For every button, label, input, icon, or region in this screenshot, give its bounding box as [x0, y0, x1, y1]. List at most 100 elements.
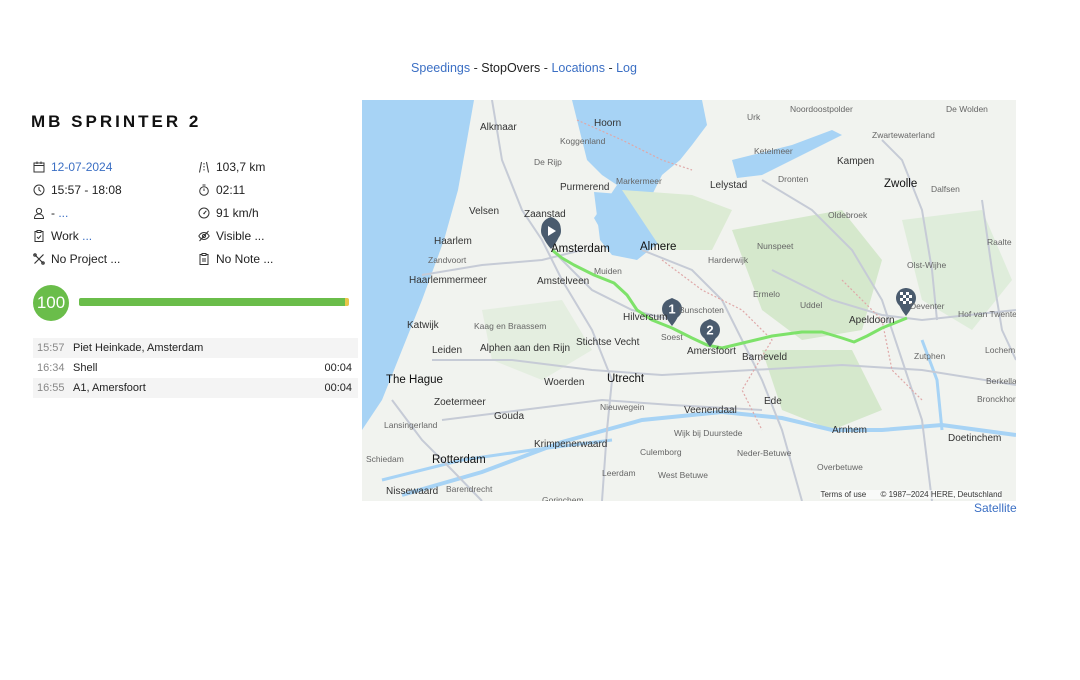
- map-place-label: Zandvoort: [428, 255, 467, 265]
- map-place-label: Haarlemmermeer: [409, 275, 487, 286]
- map-place-label: Urk: [747, 112, 761, 122]
- stop-place: Shell: [73, 362, 98, 374]
- map-place-label: Berkelland: [986, 376, 1016, 386]
- nav-separator: -: [608, 61, 613, 75]
- stop-duration: 00:04: [324, 382, 352, 394]
- clock-icon: [33, 184, 45, 196]
- nav-log-link[interactable]: Log: [616, 61, 637, 75]
- trip-distance-row: 103,7 km: [198, 160, 265, 174]
- map-place-label: Lelystad: [710, 180, 748, 191]
- trip-project[interactable]: No Project ...: [51, 252, 120, 266]
- map-place-label: Rotterdam: [432, 454, 486, 466]
- map-place-label: Purmerend: [560, 182, 610, 193]
- trip-type-link[interactable]: ...: [82, 229, 92, 243]
- trip-driver-row: - ...: [33, 206, 68, 220]
- map-place-label: Kampen: [837, 156, 875, 167]
- map-place-label: Neder-Betuwe: [737, 448, 792, 458]
- map-place-label: Zaanstad: [524, 209, 566, 220]
- map-place-label: Doetinchem: [948, 433, 1002, 444]
- trip-date-row: 12-07-2024: [33, 160, 112, 174]
- trip-date-link[interactable]: 12-07-2024: [51, 160, 112, 174]
- map-place-label: Harderwijk: [708, 255, 749, 265]
- map-place-label: Ketelmeer: [754, 146, 793, 156]
- map-place-label: Amersfoort: [687, 346, 736, 357]
- map-place-label: Hilversum: [623, 312, 668, 323]
- score-progress-fill: [79, 298, 345, 306]
- map-place-label: Zoetermeer: [434, 397, 486, 408]
- map-place-label: Uddel: [800, 300, 823, 310]
- road-icon: [199, 161, 209, 173]
- list-item[interactable]: 15:57 Piet Heinkade, Amsterdam: [33, 338, 358, 358]
- stop-place: A1, Amersfoort: [73, 382, 146, 394]
- nav-separator: -: [543, 61, 548, 75]
- stop-marker-1-label: 1: [668, 302, 675, 317]
- trip-type-row: Work ...: [33, 229, 92, 243]
- map-place-label: Koggenland: [560, 136, 606, 146]
- trip-note-row: No Note ...: [198, 252, 273, 266]
- trip-speed-row: 91 km/h: [198, 206, 259, 220]
- stop-time: 16:34: [37, 362, 65, 374]
- map-place-label: Noordoostpolder: [790, 104, 853, 114]
- score-progress-bar: [79, 298, 349, 306]
- trip-driver-link[interactable]: ...: [58, 206, 68, 220]
- stopover-list: 15:57 Piet Heinkade, Amsterdam 16:34 She…: [33, 338, 358, 398]
- trip-time-row: 15:57 - 18:08: [33, 183, 122, 197]
- nav-speedings-link[interactable]: Speedings: [411, 61, 470, 75]
- map-place-label: Zwolle: [884, 178, 918, 190]
- stop-marker-2-label: 2: [706, 323, 713, 338]
- map-place-label: Nunspeet: [757, 241, 794, 251]
- map-place-label: Hof van Twente: [958, 309, 1016, 319]
- map-place-label: Oldebroek: [828, 210, 868, 220]
- trip-time-range: 15:57 - 18:08: [51, 183, 122, 197]
- map-place-label: Wijk bij Duurstede: [674, 428, 743, 438]
- map-place-label: Barendrecht: [446, 484, 493, 494]
- map-place-label: Zwartewaterland: [872, 130, 935, 140]
- nav-stopovers-link[interactable]: StopOvers: [481, 61, 540, 75]
- map-place-label: Ede: [764, 396, 782, 407]
- trip-type: Work: [51, 229, 79, 243]
- satellite-toggle-link[interactable]: Satellite: [974, 501, 1017, 515]
- score-progress-remainder: [345, 298, 349, 306]
- map-place-label: Culemborg: [640, 447, 682, 457]
- map-place-label: Haarlem: [434, 236, 472, 247]
- trip-duration-row: 02:11: [198, 183, 245, 197]
- map-place-label: Velsen: [469, 206, 500, 217]
- stop-duration: 00:04: [324, 362, 352, 374]
- map-place-label: Deventer: [910, 301, 945, 311]
- map-place-label: Soest: [661, 332, 683, 342]
- map-place-label: Ermelo: [753, 289, 780, 299]
- map-place-label: Alkmaar: [480, 122, 517, 133]
- route-map[interactable]: 1 2 Noordoostpolder De Wolden Alkmaar Hoorn…: [362, 100, 1016, 501]
- map-place-label: Arnhem: [832, 425, 868, 436]
- map-place-label: Veenendaal: [684, 405, 737, 416]
- tools-icon: [33, 253, 45, 265]
- trip-duration: 02:11: [216, 183, 246, 197]
- calendar-icon: [33, 161, 45, 173]
- eye-slash-icon: [198, 230, 210, 242]
- map-place-label: Olst-Wijhe: [907, 260, 947, 270]
- speedometer-icon: [198, 207, 210, 219]
- map-place-label: Schiedam: [366, 454, 404, 464]
- terms-of-use-link[interactable]: Terms of use: [820, 490, 866, 499]
- map-attribution: Terms of use © 1987–2024 HERE, Deutschla…: [820, 490, 1002, 499]
- map-place-label: Nissewaard: [386, 486, 439, 497]
- map-place-label: Gorinchem: [542, 495, 584, 501]
- map-copyright: © 1987–2024 HERE, Deutschland: [880, 490, 1002, 499]
- trip-visibility[interactable]: Visible ...: [216, 229, 264, 243]
- top-navigation: Speedings - StopOvers - Locations - Log: [0, 61, 1048, 75]
- map-place-label: Raalte: [987, 237, 1012, 247]
- list-item[interactable]: 16:55 A1, Amersfoort 00:04: [33, 378, 358, 398]
- map-place-label: Amsterdam: [551, 243, 610, 255]
- nav-locations-link[interactable]: Locations: [551, 61, 605, 75]
- stop-time: 16:55: [37, 382, 65, 394]
- list-item[interactable]: 16:34 Shell 00:04: [33, 358, 358, 378]
- map-place-label: Stichtse Vecht: [576, 337, 640, 348]
- map-place-label: Bunschoten: [679, 305, 724, 315]
- map-place-label: Dronten: [778, 174, 809, 184]
- score-badge: 100: [33, 285, 69, 321]
- map-place-label: Krimpenerwaard: [534, 439, 608, 450]
- trip-visibility-row: Visible ...: [198, 229, 264, 243]
- trip-note[interactable]: No Note ...: [216, 252, 273, 266]
- stopwatch-icon: [199, 184, 209, 196]
- map-place-label: Kaag en Braassem: [474, 321, 547, 331]
